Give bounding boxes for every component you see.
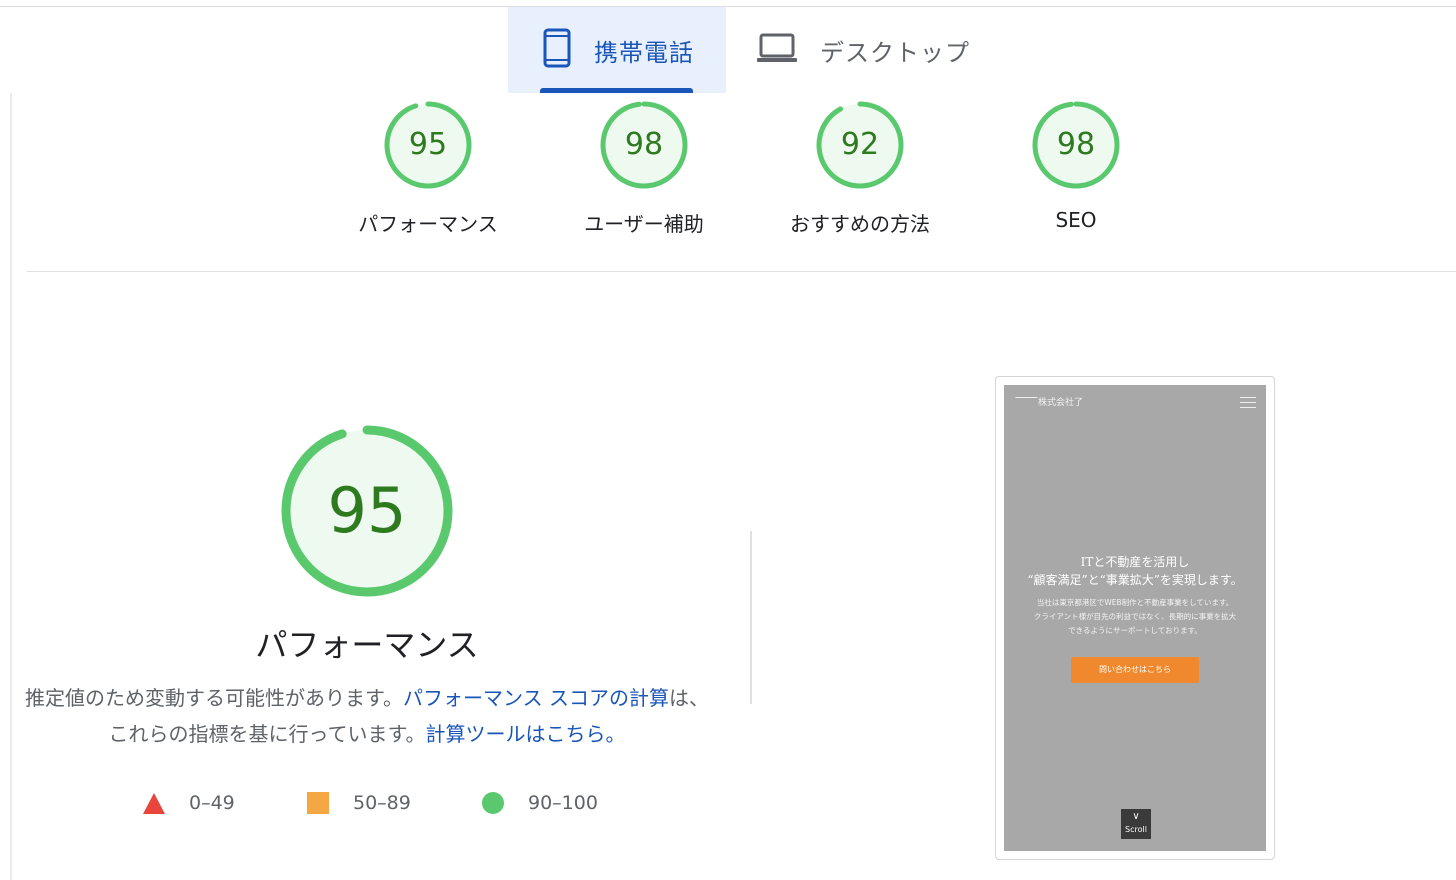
preview-sub-1: 当社は東京都港区でWEB制作と不動産事業をしています。 [1036,598,1234,607]
tab-mobile-label: 携帯電話 [594,38,694,67]
legend-fail: 0–49 [143,790,235,816]
gauge-seo-label: SEO [1055,208,1097,232]
preview-scroll-text: Scroll [1125,825,1147,834]
preview-scroll-indicator: ∨ Scroll [1121,809,1151,839]
legend-average: 50–89 [307,790,411,816]
gauge-seo-score: 98 [1056,127,1096,162]
gauge-performance-large-score: 95 [327,474,407,547]
tab-mobile[interactable]: 携帯電話 [508,7,726,93]
active-tab-indicator [540,88,693,93]
performance-description: 推定値のため変動する可能性があります。パフォーマンス スコアの計算は、これらの指… [22,680,712,752]
gauge-performance-large: 95 [279,423,455,599]
legend-pass: 90–100 [482,790,598,816]
desc-text-1: 推定値のため変動する可能性があります。 [25,686,404,710]
preview-sub-3: できるようにサーポートしております。 [1068,626,1202,635]
preview-subtext: 当社は東京都港区でWEB制作と不動産事業をしています。 クライアント様が目先の利… [1012,596,1258,638]
gauge-performance-label: パフォーマンス [358,212,498,236]
vertical-divider [750,531,752,704]
gauge-accessibility-label: ユーザー補助 [584,212,704,236]
preview-headline-2: “顧客満足”と“事業拡大”を実現します。 [1027,573,1243,587]
legend-pass-range: 90–100 [528,792,598,814]
mobile-phone-icon [542,28,572,72]
tab-desktop[interactable]: デスクトップ [726,7,986,93]
tab-desktop-label: デスクトップ [820,38,970,67]
legend-fail-range: 0–49 [189,792,235,814]
double-chevron-down-icon: ∨ [1132,811,1140,822]
preview-sub-2: クライアント様が目先の利益ではなく、長期的に事業を拡大 [1033,612,1237,621]
gauge-best-practices-score: 92 [840,127,880,162]
hamburger-menu-icon [1240,397,1256,408]
gauge-best-practices-label: おすすめの方法 [790,212,930,236]
logo-mark-icon [1008,397,1038,406]
laptop-icon [756,32,798,68]
preview-headline-1: ITと不動産を活用し [1080,555,1190,569]
preview-logo: 株式会社了 [1008,395,1084,408]
section-divider [27,271,1456,272]
preview-contact-button: 問い合わせはこちら [1071,657,1199,683]
left-divider [10,93,12,880]
preview-logo-text: 株式会社了 [1038,398,1084,408]
square-icon [307,792,329,814]
circle-icon [482,792,504,814]
gauge-accessibility-score: 98 [624,127,664,162]
score-calculation-link[interactable]: パフォーマンス スコアの計算 [403,686,669,710]
gauge-accessibility[interactable]: 98 [599,100,689,190]
gauge-performance[interactable]: 95 [383,100,473,190]
screenshot-preview: 株式会社了 ITと不動産を活用し “顧客満足”と“事業拡大”を実現します。 当社… [1004,385,1266,851]
gauge-seo[interactable]: 98 [1031,100,1121,190]
gauge-best-practices[interactable]: 92 [815,100,905,190]
gauge-performance-score: 95 [408,127,448,162]
triangle-icon [143,792,165,814]
preview-headline: ITと不動産を活用し “顧客満足”と“事業拡大”を実現します。 [1004,553,1266,589]
calculator-link[interactable]: 計算ツールはこちら。 [426,722,626,746]
legend-average-range: 50–89 [353,792,411,814]
performance-title: パフォーマンス [255,626,479,664]
